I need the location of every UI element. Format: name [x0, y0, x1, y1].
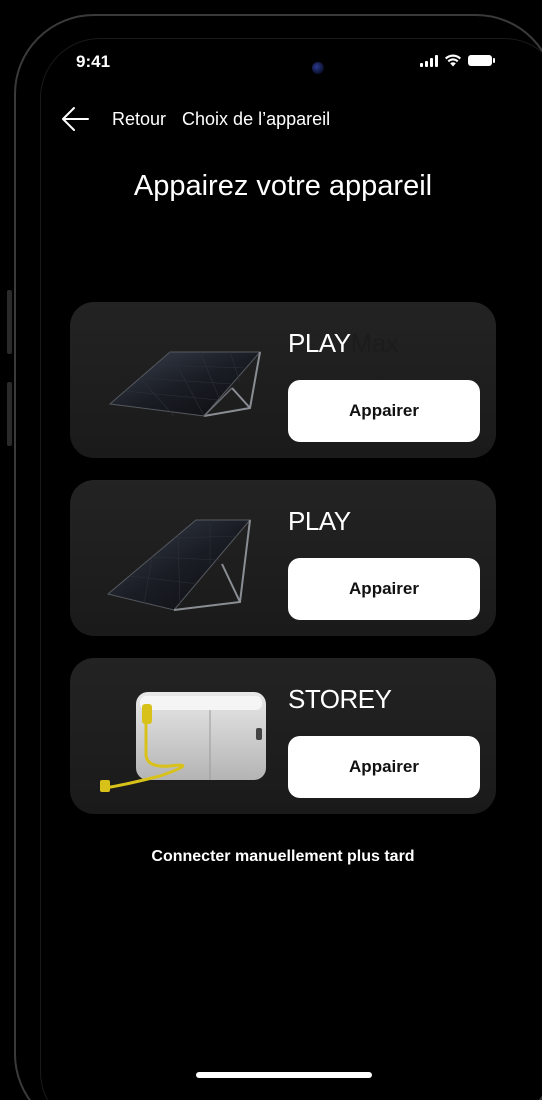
signal-icon: [420, 54, 438, 67]
battery-storage-image: [100, 692, 266, 792]
arrow-left-icon: [62, 107, 89, 131]
pair-button[interactable]: Appairer: [288, 736, 480, 798]
device-name: PLAYMax: [288, 328, 399, 359]
pair-button[interactable]: Appairer: [288, 380, 480, 442]
page-title: Appairez votre appareil: [133, 170, 433, 202]
front-camera: [312, 62, 324, 74]
home-indicator: [196, 1072, 372, 1078]
device-card-play: PLAY Appairer: [70, 480, 496, 636]
device-name-main: PLAY: [288, 328, 351, 358]
back-label: Retour: [112, 108, 167, 129]
solar-panel-image: [106, 519, 252, 611]
device-card-storey: STOREY Appairer: [70, 658, 496, 814]
pair-button[interactable]: Appairer: [288, 558, 480, 620]
side-button: [7, 290, 12, 354]
status-time: 9:41: [76, 52, 111, 71]
side-button: [7, 382, 12, 446]
solar-panel-image: [108, 351, 262, 417]
device-name-suffix: Max: [350, 328, 399, 358]
status-icons: [420, 54, 495, 67]
wifi-icon: [445, 54, 461, 67]
back-button[interactable]: Retour: [60, 106, 166, 132]
header-title: Choix de l’appareil: [182, 108, 331, 129]
header: Retour Choix de l’appareil: [60, 104, 330, 134]
device-card-play-max: PLAYMax Appairer: [70, 302, 496, 458]
device-name: PLAY: [288, 506, 351, 536]
device-name: STOREY: [288, 684, 392, 714]
connect-manually-link[interactable]: Connecter manuellement plus tard: [0, 848, 542, 866]
battery-icon: [468, 55, 495, 66]
